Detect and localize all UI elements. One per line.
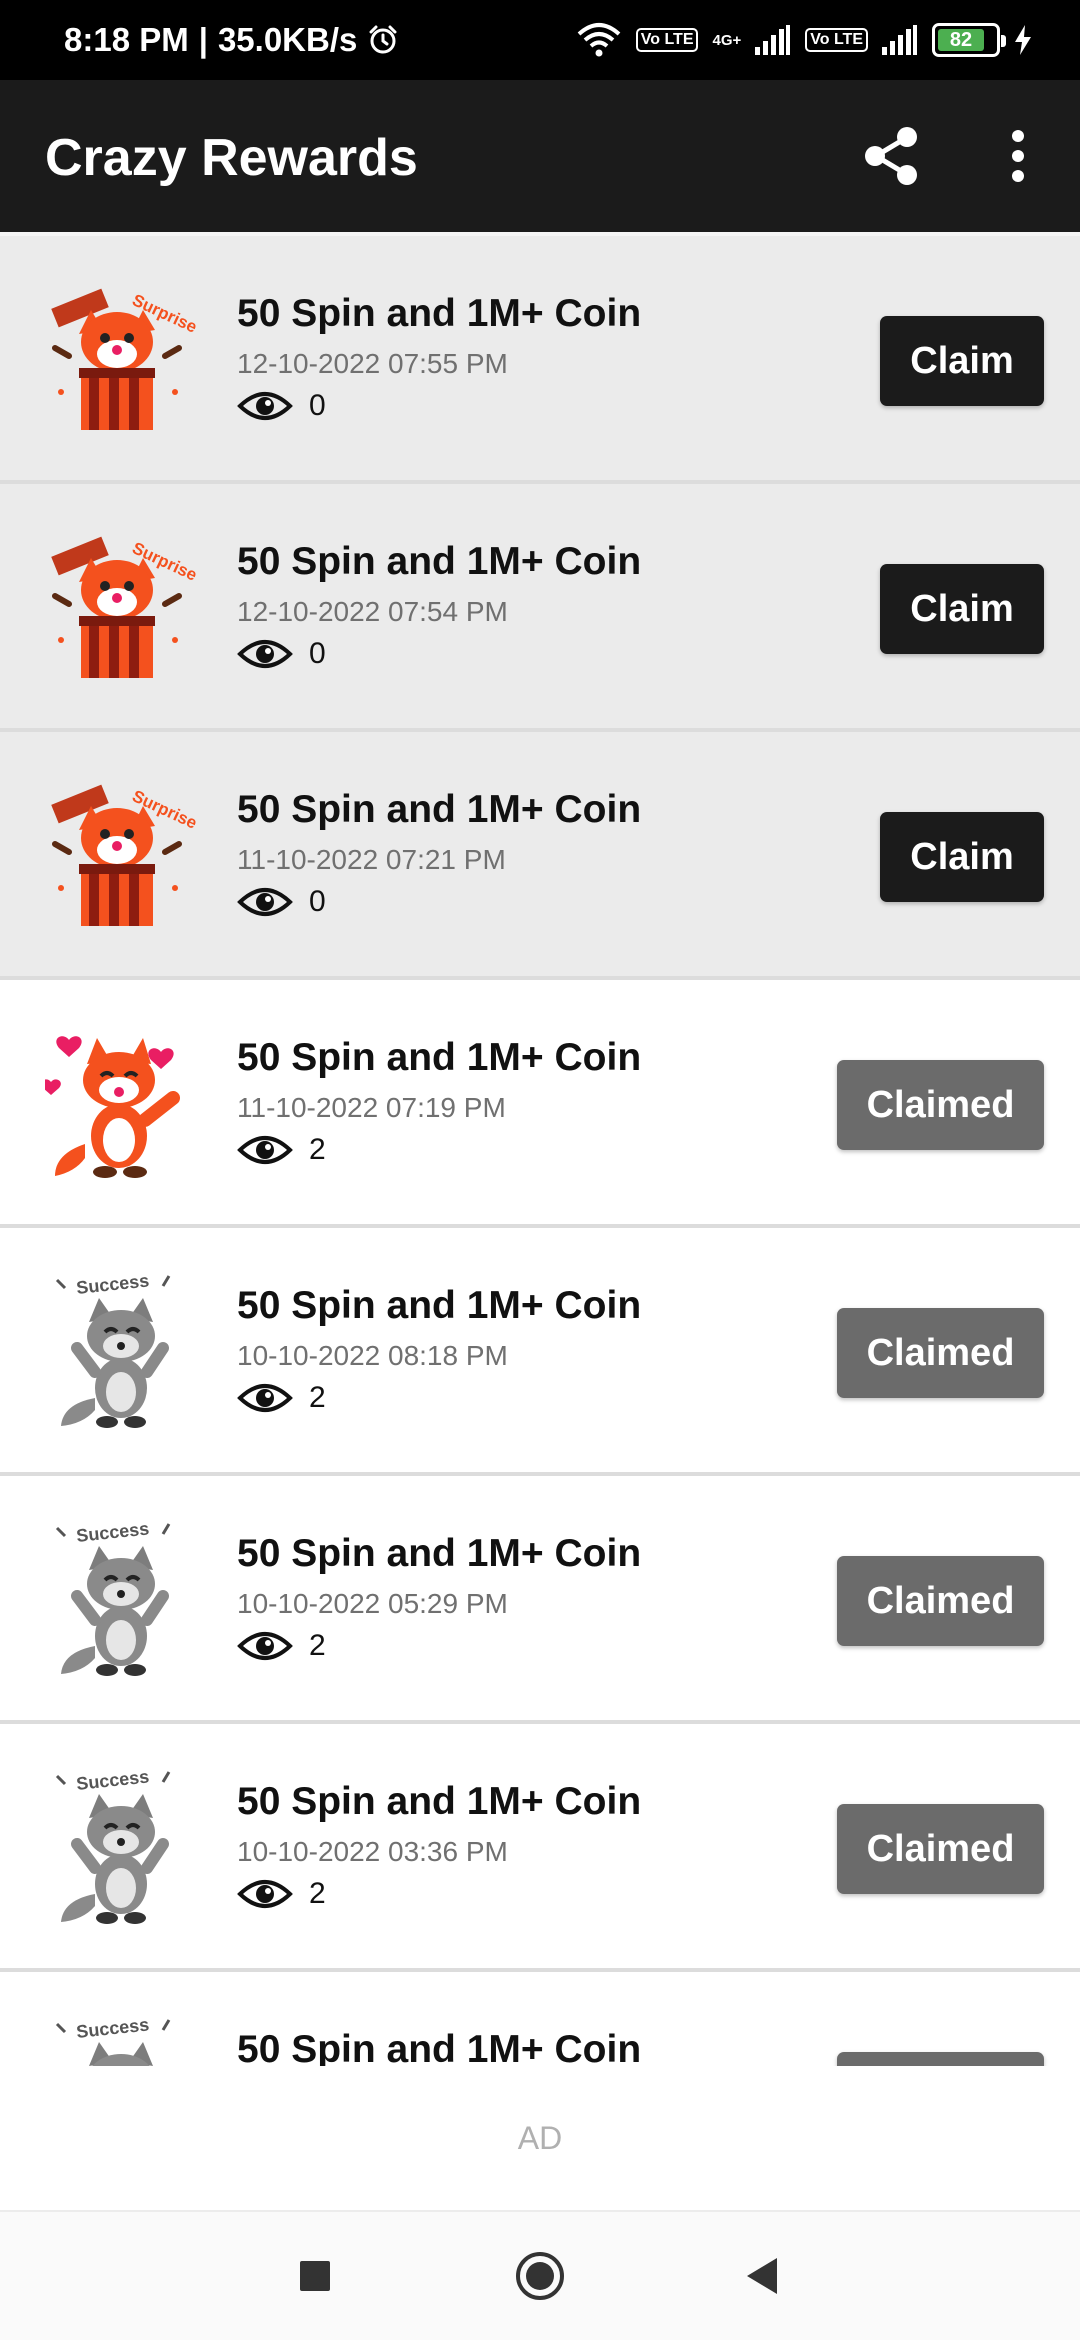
- reward-views: 2: [237, 1380, 326, 1416]
- reward-title: 50 Spin and 1M+ Coin: [237, 1532, 642, 1575]
- view-count: 0: [309, 389, 326, 422]
- reward-row[interactable]: Success 50 Spin and 1M+ Coin 10-10-2022 …: [0, 1476, 1080, 1724]
- gray-fox-success-image: Success: [45, 1270, 205, 1432]
- reward-views: 0: [237, 636, 326, 672]
- reward-title: 50 Spin and 1M+ Coin: [237, 1284, 642, 1327]
- reward-row[interactable]: 50 Spin and 1M+ Coin 11-10-2022 07:19 PM…: [0, 980, 1080, 1228]
- fox-surprise-gift-image: Surprise: [45, 528, 205, 688]
- reward-date: 10-10-2022 05:29 PM: [237, 1588, 508, 1619]
- share-icon: [865, 127, 917, 185]
- view-count: 2: [309, 1629, 326, 1662]
- reward-row[interactable]: Success 50 Spin and 1M+ Coin: [0, 1972, 1080, 2066]
- reward-title: 50 Spin and 1M+ Coin: [237, 1780, 642, 1823]
- claimed-button[interactable]: [837, 2052, 1044, 2066]
- eye-icon: [237, 888, 293, 916]
- reward-views: 2: [237, 1132, 326, 1168]
- wifi-icon: [577, 23, 621, 57]
- volte-badge-2: Vo LTE: [805, 28, 868, 52]
- eye-icon: [237, 1136, 293, 1164]
- claimed-button[interactable]: Claimed: [837, 1804, 1044, 1894]
- volte-badge-1: Vo LTE: [635, 28, 699, 52]
- reward-date: 12-10-2022 07:55 PM: [237, 348, 508, 379]
- claim-button[interactable]: Claim: [880, 316, 1044, 406]
- alarm-icon: [369, 25, 397, 54]
- rewards-list[interactable]: Surprise 50 Spin and 1M+ Coin 12-10-2022…: [0, 236, 1080, 2066]
- reward-title: 50 Spin and 1M+ Coin: [237, 2028, 642, 2066]
- status-net-speed: 35.0KB/s: [217, 21, 358, 58]
- reward-views: 2: [237, 1876, 326, 1912]
- status-right: Vo LTE 4G+ Vo LTE 82: [576, 0, 1032, 80]
- reward-title: 50 Spin and 1M+ Coin: [237, 540, 642, 583]
- share-button[interactable]: [854, 118, 930, 194]
- view-count: 2: [309, 1877, 326, 1910]
- claimed-button[interactable]: Claimed: [837, 1556, 1044, 1646]
- status-bar: 8:18 PM | 35.0KB/s Vo LTE 4G+ Vo LTE 82: [0, 0, 1080, 80]
- reward-date: 10-10-2022 08:18 PM: [237, 1340, 508, 1371]
- eye-icon: [237, 1880, 293, 1908]
- reward-views: 2: [237, 1628, 326, 1664]
- fox-surprise-gift-image: Surprise: [45, 776, 205, 936]
- svg-text:Success: Success: [75, 1272, 150, 1298]
- view-count: 0: [309, 885, 326, 918]
- square-icon: [300, 2261, 330, 2291]
- reward-row[interactable]: Surprise 50 Spin and 1M+ Coin 12-10-2022…: [0, 484, 1080, 732]
- system-nav-bar: [0, 2212, 1080, 2340]
- reward-views: 0: [237, 388, 326, 424]
- svg-text:Success: Success: [75, 2016, 150, 2042]
- status-separator: |: [198, 21, 208, 58]
- svg-text:Success: Success: [75, 1520, 150, 1546]
- home-button[interactable]: [510, 2246, 570, 2306]
- view-count: 0: [309, 637, 326, 670]
- eye-icon: [237, 640, 293, 668]
- circle-icon: [516, 2252, 564, 2300]
- battery-level: 82: [938, 29, 984, 51]
- recent-apps-button[interactable]: [285, 2246, 345, 2306]
- battery-indicator: 82: [932, 23, 1006, 57]
- reward-row[interactable]: Success 50 Spin and 1M+ Coin 10-10-2022 …: [0, 1724, 1080, 1972]
- app-bar: Crazy Rewards: [0, 80, 1080, 232]
- ad-banner[interactable]: AD: [0, 2066, 1080, 2212]
- reward-date: 11-10-2022 07:21 PM: [237, 844, 506, 875]
- signal-icon-1: [755, 25, 791, 55]
- more-vert-icon: [1012, 130, 1024, 182]
- reward-row[interactable]: Surprise 50 Spin and 1M+ Coin 11-10-2022…: [0, 732, 1080, 980]
- view-count: 2: [309, 1133, 326, 1166]
- reward-title: 50 Spin and 1M+ Coin: [237, 1036, 642, 1079]
- gray-fox-success-image: Success: [45, 1518, 205, 1680]
- reward-date: 12-10-2022 07:54 PM: [237, 596, 508, 627]
- status-time: 8:18 PM: [64, 21, 189, 58]
- ad-label: AD: [517, 2119, 563, 2156]
- app-title: Crazy Rewards: [45, 129, 418, 187]
- fox-kiss-hearts-image: [41, 1024, 205, 1184]
- charging-icon: [1015, 25, 1031, 55]
- eye-icon: [237, 1632, 293, 1660]
- reward-title: 50 Spin and 1M+ Coin: [237, 788, 642, 831]
- claimed-button[interactable]: Claimed: [837, 1060, 1044, 1150]
- claimed-button[interactable]: Claimed: [837, 1308, 1044, 1398]
- gray-fox-success-image: Success: [45, 1766, 205, 1928]
- reward-row[interactable]: Success 50 Spin and 1M+ Coin 10-10-2022 …: [0, 1228, 1080, 1476]
- svg-text:Success: Success: [75, 1768, 150, 1794]
- network-type: 4G+: [712, 31, 742, 49]
- view-count: 2: [309, 1381, 326, 1414]
- reward-date: 10-10-2022 03:36 PM: [237, 1836, 508, 1867]
- reward-title: 50 Spin and 1M+ Coin: [237, 292, 642, 335]
- eye-icon: [237, 392, 293, 420]
- triangle-back-icon: [747, 2258, 777, 2294]
- back-button[interactable]: [732, 2246, 792, 2306]
- gray-fox-success-image: Success: [45, 2014, 205, 2066]
- eye-icon: [237, 1384, 293, 1412]
- more-options-button[interactable]: [980, 118, 1056, 194]
- reward-views: 0: [237, 884, 326, 920]
- claim-button[interactable]: Claim: [880, 564, 1044, 654]
- reward-date: 11-10-2022 07:19 PM: [237, 1092, 506, 1123]
- signal-icon-2: [882, 25, 917, 55]
- reward-row[interactable]: Surprise 50 Spin and 1M+ Coin 12-10-2022…: [0, 236, 1080, 484]
- status-left: 8:18 PM | 35.0KB/s: [64, 0, 399, 80]
- fox-surprise-gift-image: Surprise: [45, 280, 205, 440]
- claim-button[interactable]: Claim: [880, 812, 1044, 902]
